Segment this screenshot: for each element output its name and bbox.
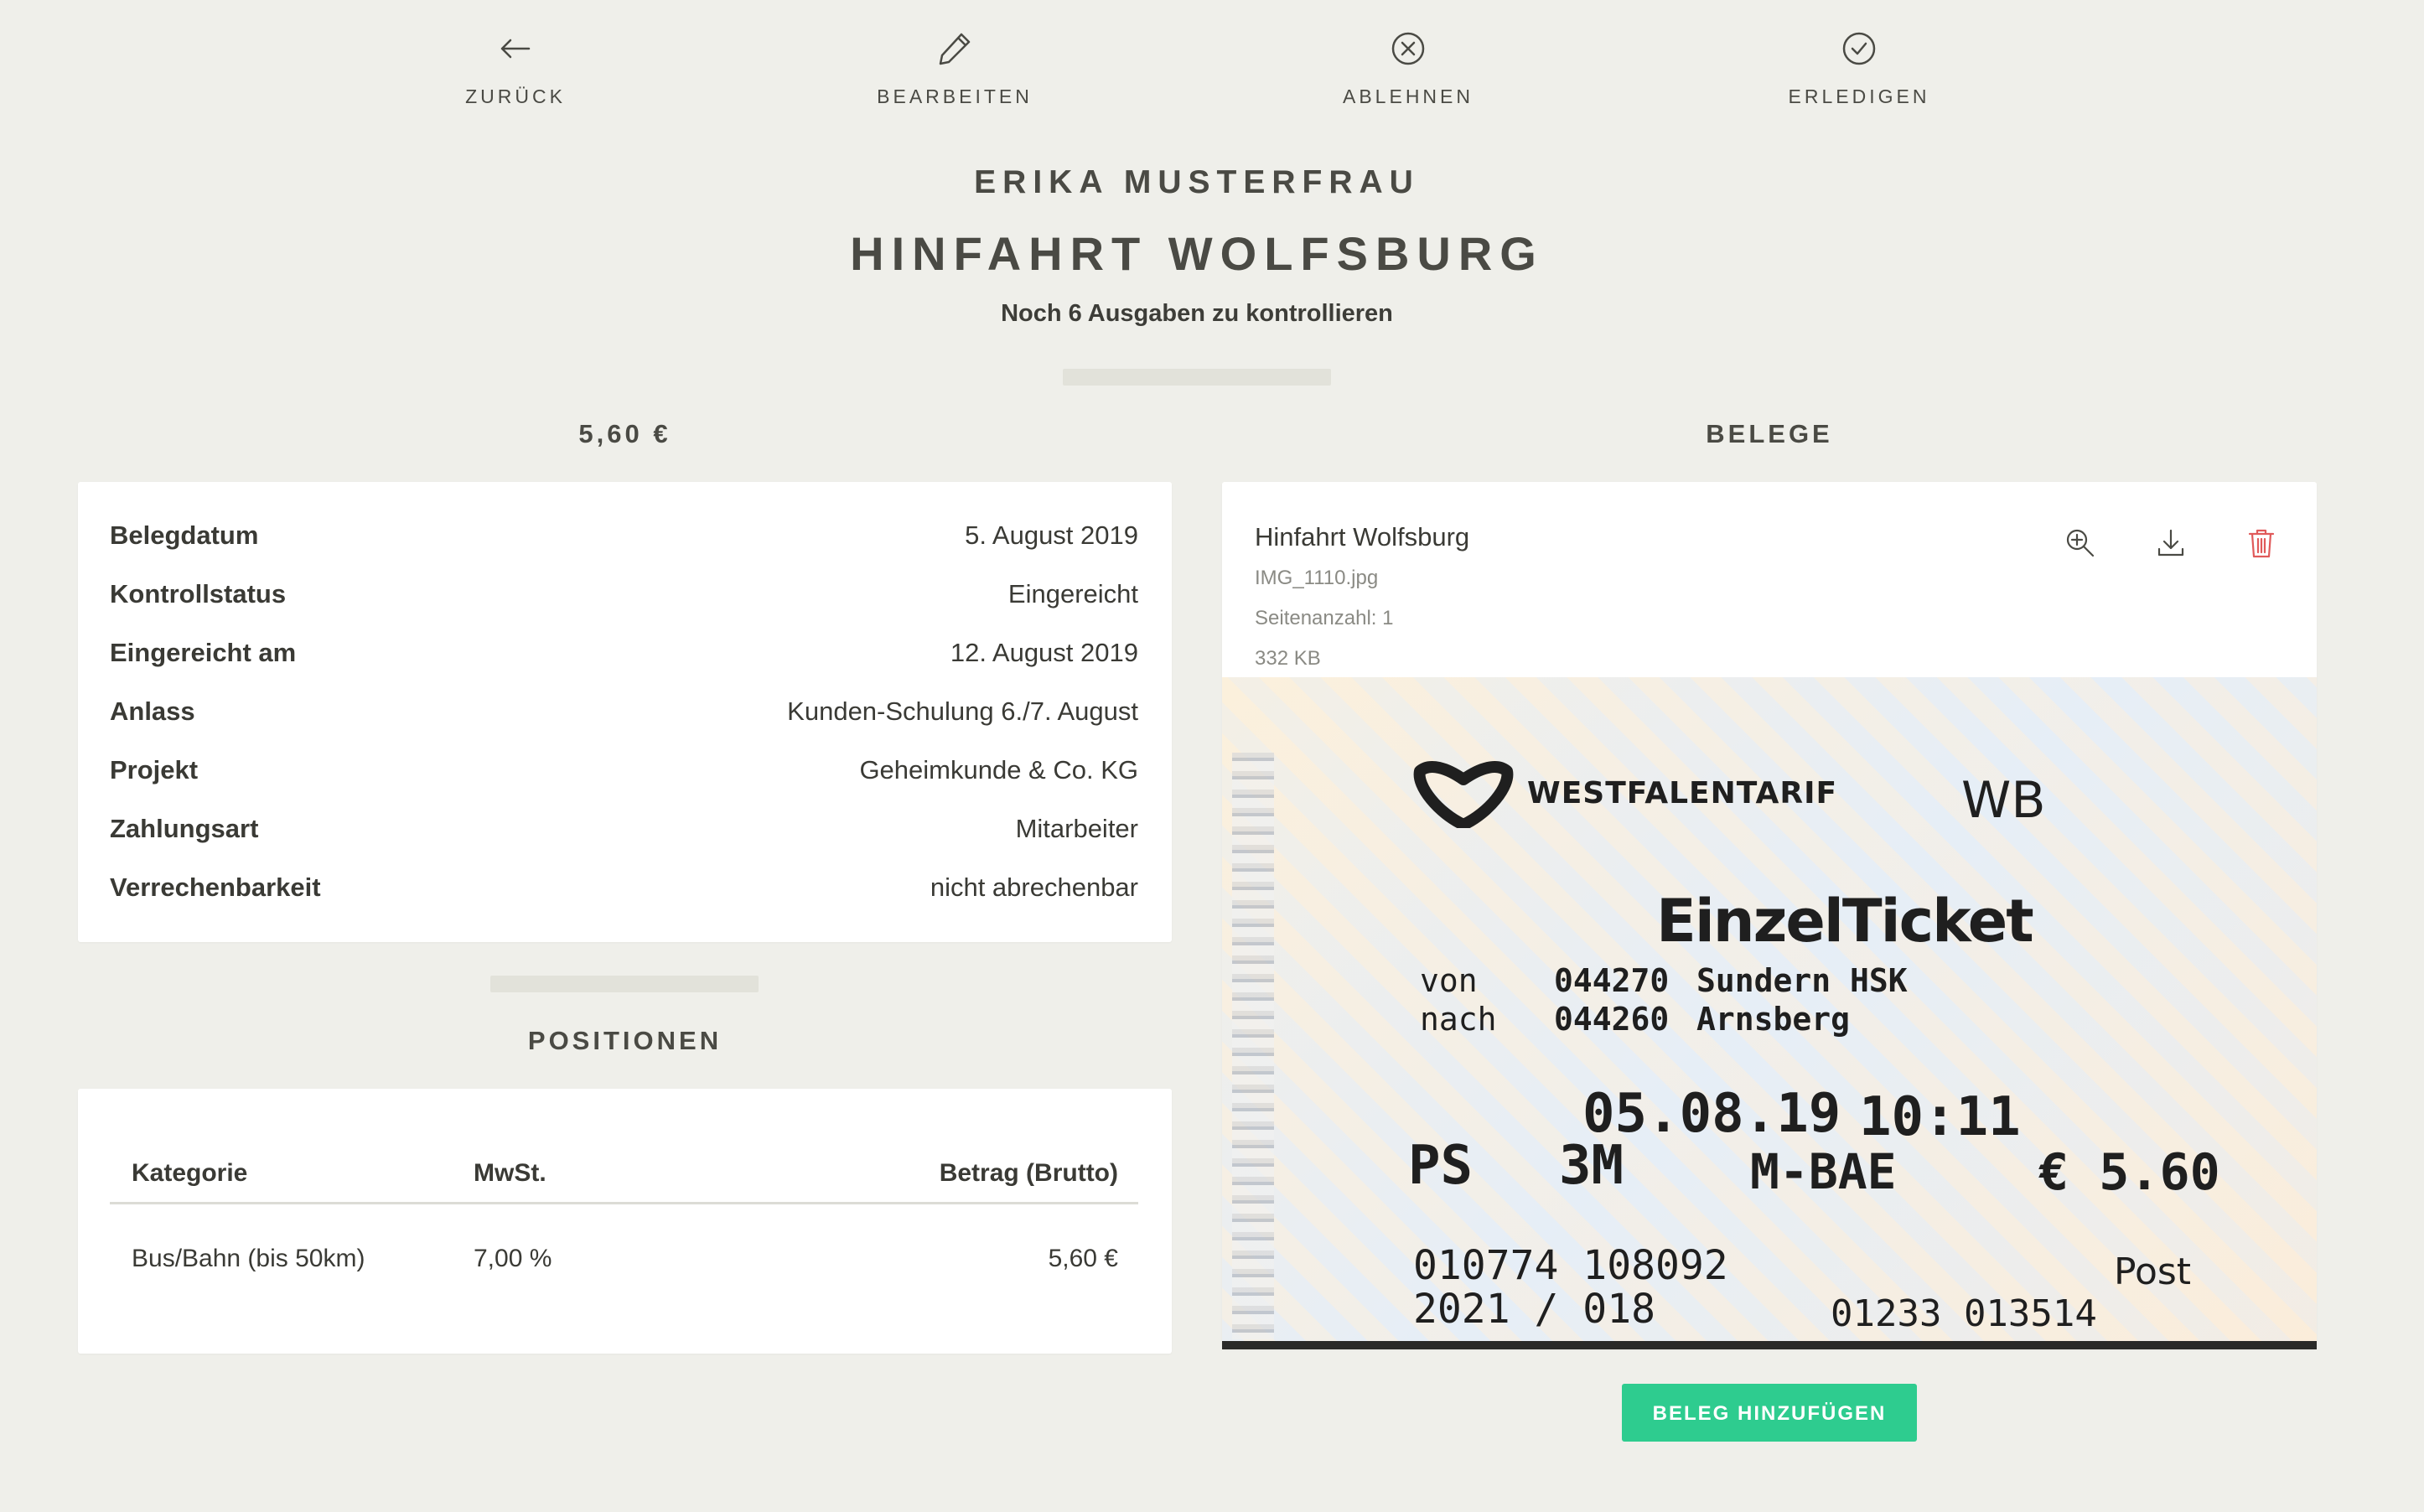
detail-label: Kontrollstatus	[110, 579, 287, 608]
westfalentarif-logo-icon	[1413, 761, 1514, 828]
progress-divider	[1063, 369, 1331, 386]
security-strip	[1232, 753, 1274, 1339]
ticket-time: 10:11	[1859, 1086, 2021, 1148]
detail-row: Belegdatum 5. August 2019	[110, 520, 1138, 562]
amount-heading: 5,60 €	[578, 419, 671, 448]
delete-button[interactable]	[2245, 526, 2278, 564]
ticket-serial-2: 2021 / 018	[1413, 1286, 1655, 1333]
ticket-ps: PS	[1408, 1135, 1474, 1197]
download-button[interactable]	[2154, 526, 2188, 564]
detail-label: Verrechenbarkeit	[110, 873, 321, 902]
back-label: ZURÜCK	[465, 85, 566, 107]
ticket-from-code: 044270	[1554, 962, 1670, 999]
column-header-amount: Betrag (Brutto)	[939, 1159, 1118, 1187]
detail-value: 12. August 2019	[950, 638, 1138, 667]
receipt-page-count: Seitenanzahl: 1	[1255, 607, 1394, 629]
ticket-post: Post	[2114, 1251, 2192, 1293]
detail-value: Eingereicht	[1007, 579, 1138, 608]
reject-label: ABLEHNEN	[1343, 85, 1474, 107]
detail-row: Verrechenbarkeit nicht abrechenbar	[110, 873, 1138, 914]
detail-value: Geheimkunde & Co. KG	[859, 755, 1138, 784]
detail-row: Projekt Geheimkunde & Co. KG	[110, 755, 1138, 797]
done-button[interactable]: ERLEDIGEN	[1733, 30, 1985, 108]
pencil-icon	[939, 33, 971, 65]
detail-row: Anlass Kunden-Schulung 6./7. August	[110, 696, 1138, 738]
detail-row: Kontrollstatus Eingereicht	[110, 579, 1138, 621]
positions-heading: POSITIONEN	[527, 1026, 723, 1055]
person-name: ERIKA MUSTERFRAU	[974, 164, 1420, 200]
receipt-file-size: 332 KB	[1255, 647, 1321, 670]
ticket-price: € 5.60	[2038, 1143, 2220, 1202]
column-header-vat: MwSt.	[474, 1159, 546, 1187]
circle-check-icon	[1842, 32, 1876, 65]
detail-label: Projekt	[110, 755, 199, 784]
ticket-class: 3M	[1559, 1135, 1624, 1197]
cell-category: Bus/Bahn (bis 50km)	[132, 1245, 365, 1272]
column-header-category: Kategorie	[132, 1159, 248, 1187]
ticket-to-label: nach	[1420, 1001, 1497, 1038]
download-icon	[2157, 529, 2184, 557]
positions-card: Kategorie MwSt. Betrag (Brutto) Bus/Bahn…	[78, 1089, 1172, 1354]
detail-label: Eingereicht am	[110, 638, 297, 667]
add-receipt-button[interactable]: BELEG HINZUFÜGEN	[1622, 1384, 1917, 1442]
ticket-code: M-BAE	[1750, 1143, 1897, 1200]
detail-row: Eingereicht am 12. August 2019	[110, 638, 1138, 680]
ticket-type: EinzelTicket	[1656, 887, 2034, 955]
ticket-to-name: Arnsberg	[1696, 1001, 1851, 1038]
ticket-to-code: 044260	[1554, 1001, 1670, 1038]
detail-value: nicht abrechenbar	[930, 873, 1138, 902]
cell-amount: 5,60 €	[1048, 1245, 1118, 1272]
receipt-filename: IMG_1110.jpg	[1255, 567, 1379, 589]
receipt-title: Hinfahrt Wolfsburg	[1255, 522, 1470, 551]
circle-x-icon	[1391, 32, 1425, 65]
detail-value: 5. August 2019	[965, 520, 1138, 550]
details-card: Belegdatum 5. August 2019 Kontrollstatus…	[78, 482, 1172, 942]
ticket-brand: WESTFALENTARIF	[1527, 776, 1838, 810]
arrow-left-icon	[500, 39, 531, 59]
detail-label: Belegdatum	[110, 520, 259, 550]
detail-label: Zahlungsart	[110, 814, 259, 843]
ticket-serial-3: 01233 013514	[1831, 1292, 2097, 1335]
ticket-zone: WB	[1961, 771, 2046, 830]
page-title: HINFAHRT WOLFSBURG	[850, 227, 1544, 280]
receipt-image[interactable]: WESTFALENTARIF WB EinzelTicket von nach …	[1222, 677, 2317, 1349]
remaining-count: Noch 6 Ausgaben zu kontrollieren	[1001, 300, 1393, 327]
receipts-heading: BELEGE	[1706, 419, 1833, 448]
table-header-divider	[110, 1202, 1138, 1204]
detail-label: Anlass	[110, 696, 195, 726]
detail-value: Kunden-Schulung 6./7. August	[787, 696, 1138, 726]
back-button[interactable]: ZURÜCK	[390, 30, 641, 108]
section-divider	[490, 976, 759, 992]
edit-button[interactable]: BEARBEITEN	[829, 30, 1080, 108]
reject-button[interactable]: ABLEHNEN	[1282, 30, 1534, 108]
trash-icon	[2248, 529, 2275, 558]
cell-vat: 7,00 %	[474, 1245, 552, 1272]
detail-row: Zahlungsart Mitarbeiter	[110, 814, 1138, 856]
detail-value: Mitarbeiter	[1015, 814, 1138, 843]
zoom-in-icon	[2066, 529, 2095, 557]
done-label: ERLEDIGEN	[1788, 85, 1930, 107]
ticket-serial-1: 010774 108092	[1413, 1242, 1728, 1289]
ticket-from-label: von	[1420, 962, 1478, 999]
ticket-from-name: Sundern HSK	[1696, 962, 1908, 999]
edit-label: BEARBEITEN	[877, 85, 1033, 107]
zoom-button[interactable]	[2064, 526, 2097, 564]
